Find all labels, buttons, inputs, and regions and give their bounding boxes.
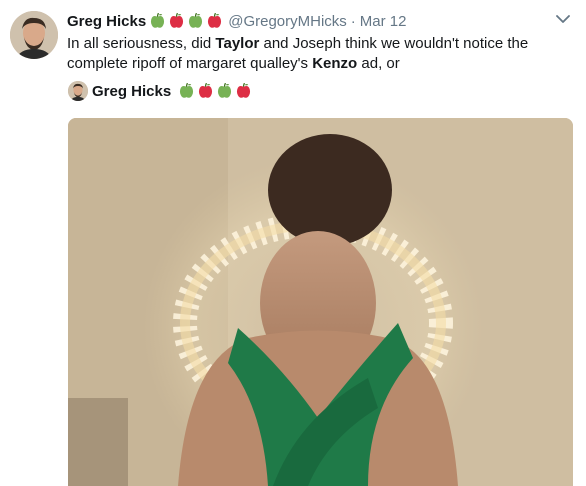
header-separator: · — [350, 12, 356, 30]
quoted-author-name[interactable]: Greg Hicks — [92, 83, 171, 100]
quoted-avatar — [68, 81, 88, 101]
tweet-header: Greg Hicks @GregoryMHicks · Mar 12 — [67, 12, 546, 30]
quoted-avatar-photo — [68, 81, 88, 101]
tweet-text: In all seriousness, did Taylor and Josep… — [67, 34, 567, 74]
red-apple-icon — [170, 13, 184, 28]
red-apple-icon — [208, 13, 222, 28]
tweet-text-bold: Taylor — [215, 35, 260, 52]
red-apple-icon — [237, 83, 251, 98]
green-apple-icon — [180, 83, 194, 98]
chevron-down-icon[interactable] — [556, 14, 570, 24]
author-handle[interactable]: @GregoryMHicks — [228, 13, 347, 30]
quoted-author-emojis — [179, 83, 255, 99]
green-apple-icon — [151, 13, 165, 28]
tweet-text-part: ad, or — [357, 55, 400, 72]
author-avatar[interactable] — [10, 11, 58, 59]
tweet-text-bold: Kenzo — [312, 55, 358, 72]
tweet-date[interactable]: Mar 12 — [360, 13, 407, 30]
red-apple-icon — [199, 83, 213, 98]
tweet-text-part: In all seriousness, did — [67, 35, 216, 52]
avatar-photo — [10, 11, 58, 59]
tweet-media[interactable] — [68, 118, 573, 486]
author-emojis — [150, 13, 226, 29]
green-apple-icon — [189, 13, 203, 28]
author-name[interactable]: Greg Hicks — [67, 13, 146, 30]
quoted-author-row[interactable]: Greg Hicks — [68, 80, 255, 102]
media-still-image — [68, 118, 573, 486]
green-apple-icon — [218, 83, 232, 98]
